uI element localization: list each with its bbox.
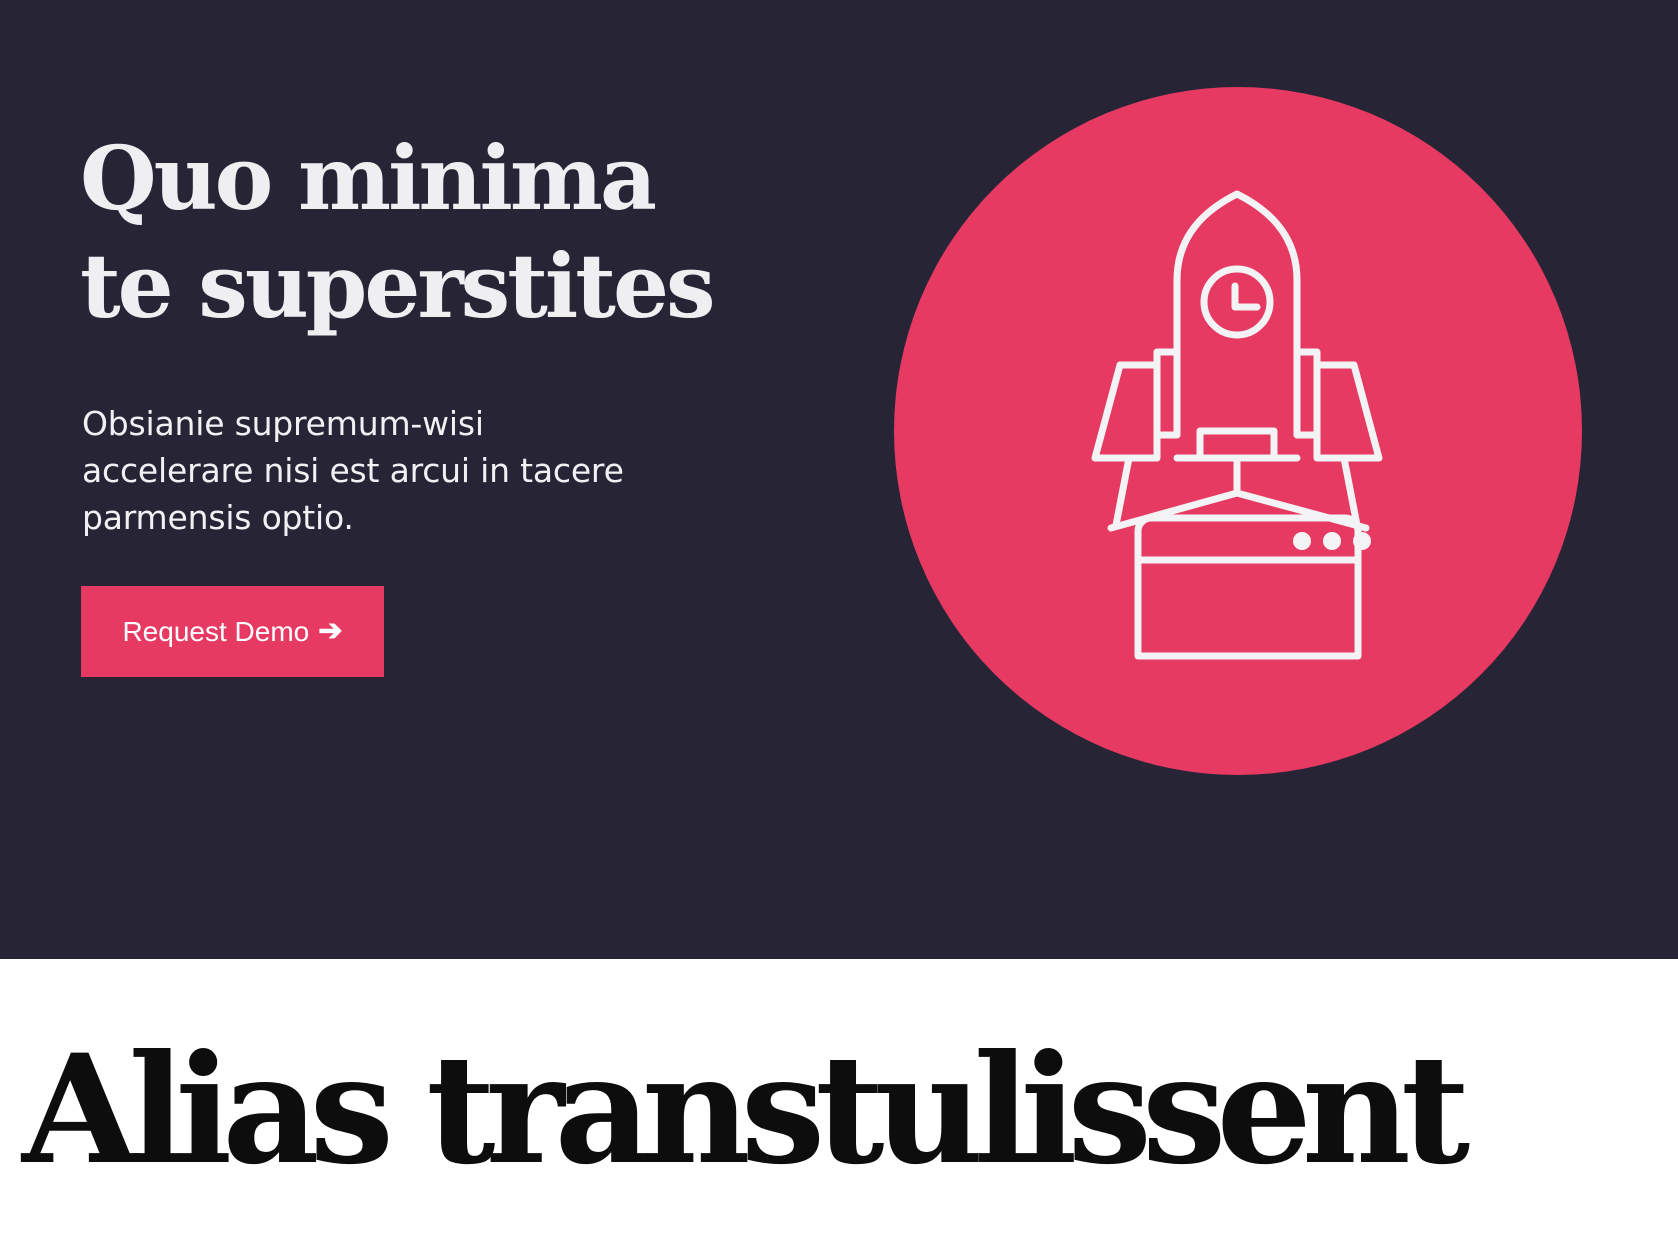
hero-title-line: Quo minima <box>80 126 657 230</box>
hero-section: Quo minima te superstites Obsianie supre… <box>0 0 1678 959</box>
hero-subtitle-line: parmensis optio. <box>82 498 354 537</box>
section-title: Alias transtulissent <box>22 1022 1470 1198</box>
arrow-right-icon: ➔ <box>318 615 343 647</box>
hero-subtitle-line: Obsianie supremum-wisi <box>82 404 484 443</box>
hero-subtitle-line: accelerare nisi est arcui in tacere <box>82 451 624 490</box>
hero-subtitle: Obsianie supremum-wisi accelerare nisi e… <box>82 400 682 541</box>
hero-title: Quo minima te superstites <box>80 124 720 340</box>
request-demo-button[interactable]: Request Demo ➔ <box>81 586 384 677</box>
rocket-launch-icon <box>894 87 1582 775</box>
request-demo-label: Request Demo <box>122 615 310 647</box>
hero-title-line: te superstites <box>80 234 715 338</box>
